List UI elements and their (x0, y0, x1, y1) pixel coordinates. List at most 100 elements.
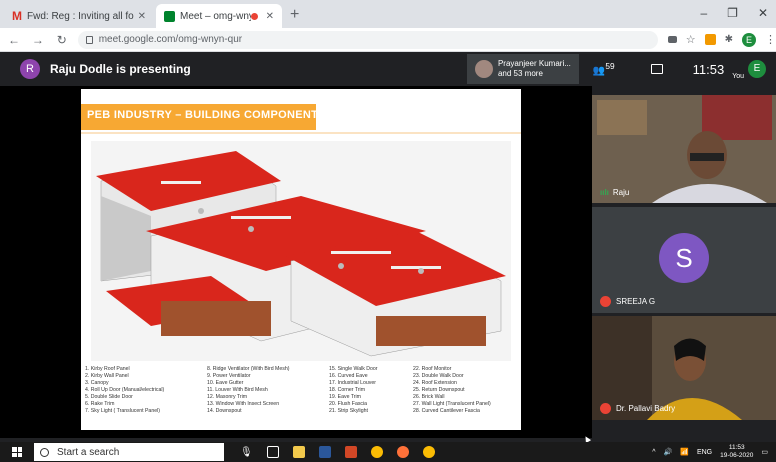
chrome-icon[interactable] (370, 446, 383, 458)
browser-toolbar: ← → ↻ meet.google.com/omg-wnyn-qur ☆ ✱ E… (0, 28, 776, 52)
component-legend: 1. Kirby Roof Panel 2. Kirby Wall Panel 3.… (85, 366, 519, 415)
meet-header: R Raju Dodle is presenting Prayanjeer Ku… (0, 52, 776, 86)
reload-icon[interactable]: ↻ (52, 33, 72, 47)
slide-title: PEB INDUSTRY – BUILDING COMPONENTS (87, 109, 326, 121)
maximize-icon[interactable]: ❐ (727, 6, 738, 20)
legend-item: 5. Double Slide Door (85, 394, 133, 400)
participant-name: ıılı Raju (600, 188, 629, 197)
avatar (474, 60, 493, 78)
microphone-icon[interactable]: 🎙 (240, 447, 253, 458)
legend-item: 12. Masonry Trim (207, 394, 248, 400)
participant-tile-pallavi[interactable]: Dr. Pallavi Badry (592, 316, 776, 420)
extension-icon[interactable] (704, 34, 716, 45)
building-illustration (91, 141, 511, 361)
search-placeholder: Start a search (57, 446, 120, 458)
legend-item: 11. Louver With Bird Mesh (207, 387, 268, 393)
legend-item: 4. Roll Up Door (Manual/electrical) (85, 387, 165, 393)
avatar: S (659, 233, 709, 283)
window-controls: – ❐ ✕ (700, 6, 768, 20)
divider (81, 132, 521, 134)
tab-title: Fwd: Reg : Inviting all for Google (27, 10, 134, 22)
people-icon[interactable]: 👥59 (593, 61, 615, 76)
you-label: You (732, 73, 744, 80)
legend-item: 3. Canopy (85, 380, 109, 386)
mic-off-icon (600, 403, 611, 414)
volume-icon[interactable]: 🔊 (664, 448, 673, 456)
participant-name-text: SREEJA G (616, 297, 656, 306)
legend-item: 13. Window With Insect Screen (207, 401, 280, 407)
windows-taskbar: Start a search 🎙 ^ 🔊 📶 ENG 11:53 19-06-2… (0, 442, 776, 462)
legend-item: 27. Wall Light (Translucent Panel) (413, 401, 491, 407)
close-icon[interactable]: ✕ (266, 11, 274, 22)
legend-item: 10. Eave Gutter (207, 380, 244, 386)
back-icon[interactable]: ← (4, 33, 24, 47)
search-icon (40, 447, 49, 457)
tray-clock[interactable]: 11:53 19-06-2020 (720, 444, 753, 460)
legend-item: 17. Industrial Louver (329, 380, 377, 386)
close-icon[interactable]: ✕ (138, 11, 146, 22)
menu-icon[interactable]: ⋮ (765, 33, 776, 46)
powerpoint-icon[interactable] (344, 446, 357, 458)
participant-name: Prayanjeer Kumari... (497, 59, 571, 68)
wifi-icon[interactable]: 📶 (680, 448, 689, 456)
legend-item: 2. Kirby Wall Panel (85, 373, 129, 379)
extension-icons: ☆ ✱ E ⋮ (667, 32, 776, 47)
recording-icon (250, 12, 258, 20)
profile-avatar[interactable]: E (741, 32, 756, 47)
firefox-icon[interactable] (396, 446, 409, 458)
speaking-icon: ıılı (600, 188, 609, 197)
minimize-icon[interactable]: – (700, 6, 707, 20)
star-icon[interactable]: ☆ (686, 33, 696, 46)
puzzle-icon[interactable]: ✱ (725, 34, 733, 45)
legend-item: 25. Return Downspout (413, 387, 465, 393)
notification-icon[interactable]: ▭ (761, 448, 768, 456)
legend-item: 26. Brick Wall (413, 394, 445, 400)
language-indicator[interactable]: ENG (697, 449, 712, 456)
self-avatar[interactable]: E (748, 60, 766, 78)
legend-item: 23. Double Walk Door (413, 373, 464, 379)
chevron-up-icon[interactable]: ^ (652, 449, 655, 456)
meet-controls: Prayanjeer Kumari... and 53 more 👥59 11:… (466, 52, 776, 86)
legend-item: 15. Single Walk Door (329, 366, 378, 372)
camera-icon[interactable] (667, 36, 677, 43)
windows-start-icon[interactable] (12, 447, 22, 457)
new-tab-button[interactable]: + (290, 6, 299, 24)
legend-item: 24. Roof Extension (413, 380, 457, 386)
legend-item: 28. Curved Cantilever Fascia (413, 408, 480, 414)
forward-icon[interactable]: → (28, 33, 48, 47)
legend-item: 22. Roof Monitor (413, 366, 452, 372)
system-tray: ^ 🔊 📶 ENG 11:53 19-06-2020 ▭ (652, 442, 768, 462)
presenting-label: Raju Dodle is presenting (50, 62, 191, 76)
legend-item: 18. Corner Trim (329, 387, 366, 393)
file-explorer-icon[interactable] (292, 446, 305, 458)
tray-time: 11:53 (728, 444, 745, 451)
presenter-avatar: R (20, 59, 40, 79)
tab-gmail[interactable]: M Fwd: Reg : Inviting all for Google ✕ (4, 4, 154, 28)
mic-off-icon (600, 296, 611, 307)
participant-name-text: Raju (612, 188, 630, 197)
taskbar-apps: 🎙 (240, 446, 435, 458)
tab-meet[interactable]: Meet – omg-wnyn-qur ✕ (156, 4, 282, 28)
participants-preview[interactable]: Prayanjeer Kumari... and 53 more (466, 54, 579, 84)
chrome-icon[interactable] (422, 446, 435, 458)
participant-tile-sreeja[interactable]: S SREEJA G (592, 207, 776, 313)
participant-name: Dr. Pallavi Badry (600, 403, 675, 414)
legend-item: 8. Ridge Ventilator (With Bird Mesh) (207, 366, 290, 372)
participant-name: SREEJA G (600, 296, 655, 307)
legend-item: 21. Strip Skylight (329, 408, 368, 414)
close-window-icon[interactable]: ✕ (758, 6, 768, 20)
participant-more: and 53 more (497, 69, 543, 78)
participant-tile-raju[interactable]: ıılı Raju (592, 95, 776, 203)
chat-icon[interactable] (650, 64, 663, 74)
word-icon[interactable] (318, 446, 331, 458)
address-bar[interactable]: meet.google.com/omg-wnyn-qur (77, 30, 658, 49)
legend-item: 9. Power Ventilator (207, 373, 251, 379)
participant-name-text: Dr. Pallavi Badry (616, 404, 676, 413)
meet-icon (164, 10, 175, 22)
task-view-icon[interactable] (266, 446, 279, 458)
legend-item: 14. Downspout (207, 408, 242, 414)
tray-date: 19-06-2020 (720, 452, 754, 459)
taskbar-search[interactable]: Start a search (34, 443, 224, 461)
shared-slide: PEB INDUSTRY – BUILDING COMPONENTS 1. Ki… (81, 89, 521, 430)
url-text: meet.google.com/omg-wnyn-qur (98, 34, 243, 45)
